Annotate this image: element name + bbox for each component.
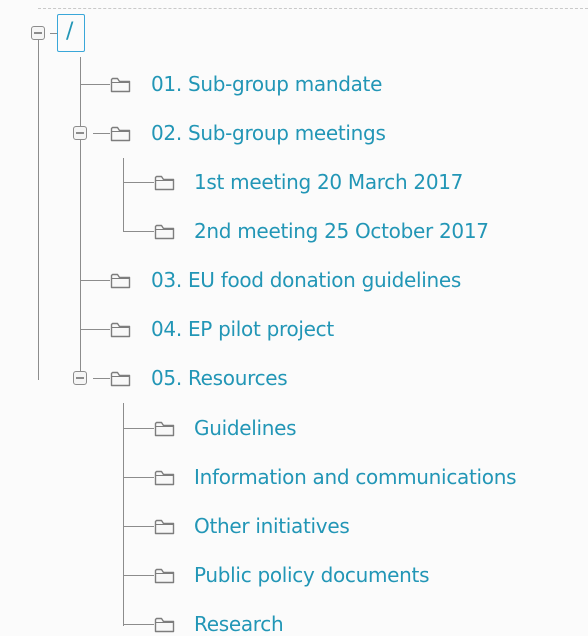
folder-icon: [154, 470, 175, 486]
tree-item-label[interactable]: 01. Sub-group mandate: [151, 72, 382, 96]
folder-icon: [110, 126, 131, 142]
connector-line: [123, 575, 154, 576]
connector-line: [123, 624, 154, 625]
folder-icon: [110, 273, 131, 289]
top-divider: [38, 8, 588, 9]
tree-item-label[interactable]: 1st meeting 20 March 2017: [194, 170, 463, 194]
connector-line: [123, 477, 154, 478]
tree-root-label: /: [66, 19, 74, 44]
connector-line: [123, 158, 124, 232]
tree-item-label[interactable]: 2nd meeting 25 October 2017: [194, 219, 489, 243]
folder-icon: [154, 175, 175, 191]
folder-icon: [154, 519, 175, 535]
connector-line: [123, 231, 154, 232]
collapse-toggle-root[interactable]: [31, 26, 45, 40]
tree-item-label[interactable]: Other initiatives: [194, 514, 350, 538]
connector-line: [93, 378, 110, 379]
folder-icon: [110, 77, 131, 93]
connector-line: [80, 329, 110, 330]
tree-item-label[interactable]: 05. Resources: [151, 366, 288, 390]
collapse-toggle-meetings[interactable]: [73, 126, 87, 140]
tree-item-label[interactable]: 04. EP pilot project: [151, 317, 334, 341]
tree-item-label[interactable]: 03. EU food donation guidelines: [151, 268, 461, 292]
tree-item-label[interactable]: 02. Sub-group meetings: [151, 121, 386, 145]
connector-line: [123, 403, 124, 626]
connector-line: [80, 84, 110, 85]
folder-tree: / 01. Sub-group mandate 02. Sub-group me…: [0, 0, 588, 636]
folder-icon: [154, 568, 175, 584]
tree-item-label[interactable]: Public policy documents: [194, 563, 430, 587]
tree-root[interactable]: /: [57, 14, 85, 52]
collapse-toggle-resources[interactable]: [73, 371, 87, 385]
connector-line: [123, 526, 154, 527]
connector-line: [123, 428, 154, 429]
tree-item-label[interactable]: Guidelines: [194, 416, 297, 440]
folder-icon: [154, 224, 175, 240]
connector-line: [123, 182, 154, 183]
folder-icon: [154, 617, 175, 633]
folder-icon: [110, 371, 131, 387]
folder-icon: [154, 421, 175, 437]
connector-line: [80, 57, 81, 372]
folder-icon: [110, 322, 131, 338]
tree-item-label[interactable]: Research: [194, 612, 284, 636]
connector-line: [38, 40, 39, 380]
connector-line: [93, 133, 110, 134]
connector-line: [80, 280, 110, 281]
tree-item-label[interactable]: Information and communications: [194, 465, 517, 489]
